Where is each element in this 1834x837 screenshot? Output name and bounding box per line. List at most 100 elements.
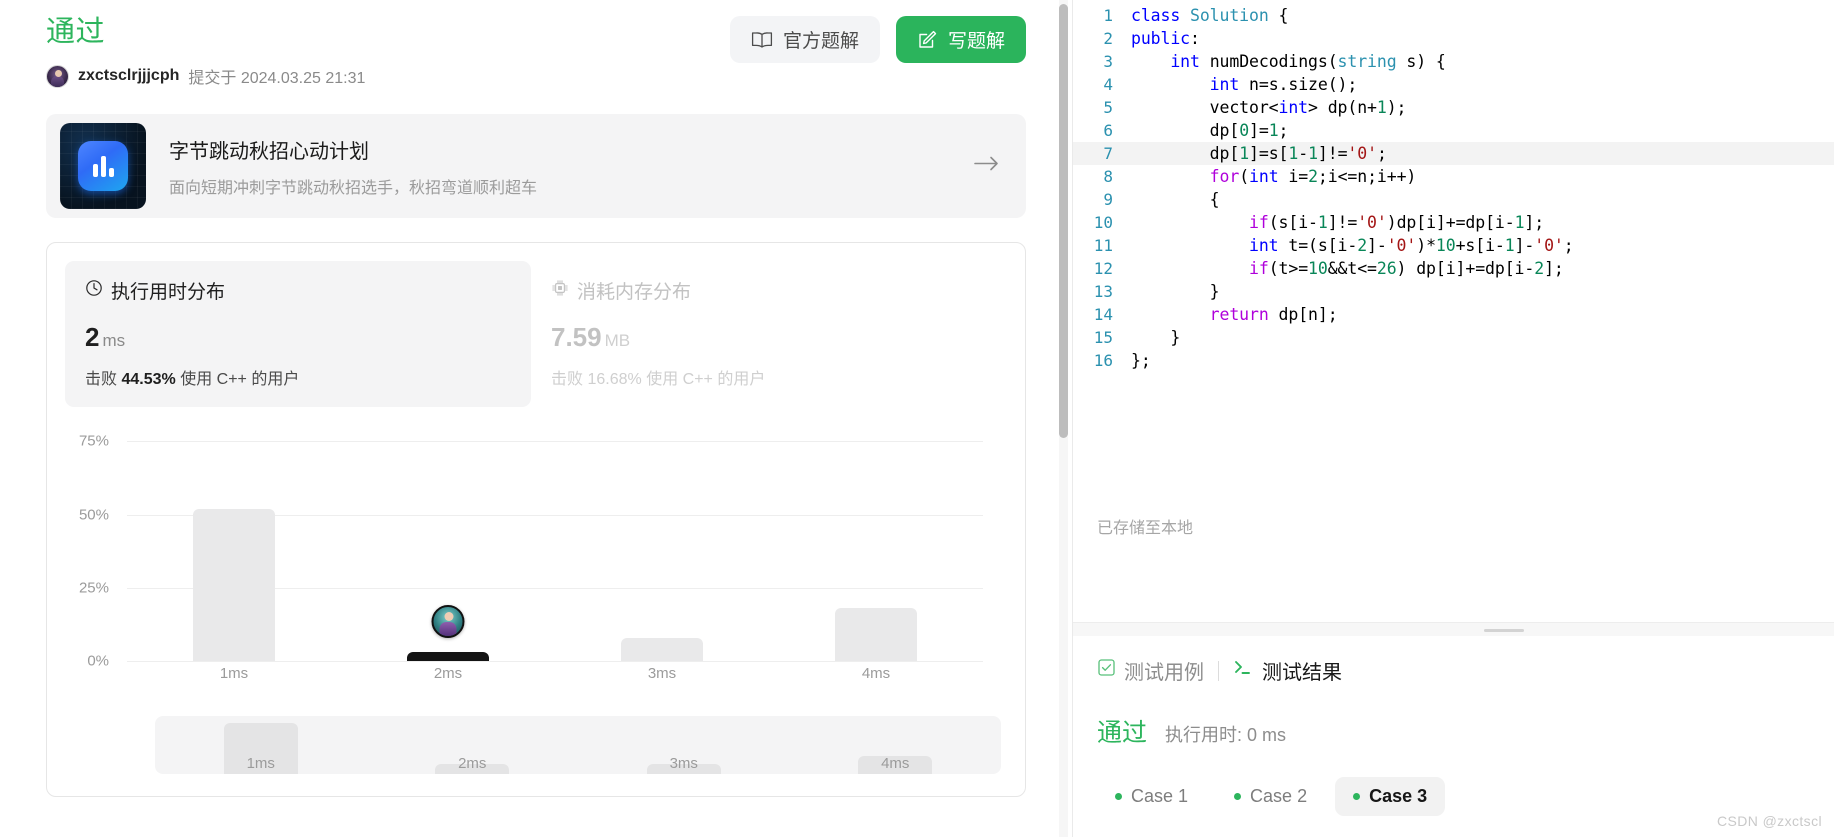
line-number: 10 xyxy=(1093,213,1113,232)
code-line-text[interactable]: }; xyxy=(1131,349,1834,372)
stat-runtime-label: 执行用时分布 xyxy=(111,282,226,303)
chart-bar[interactable] xyxy=(407,652,489,661)
promo-text: 字节跳动秋招心动计划 面向短期冲刺字节跳动秋招选手，秋招弯道顺利超车 xyxy=(169,135,537,198)
chart-x-tick: 1ms xyxy=(219,665,249,682)
tab-testresults-label: 测试结果 xyxy=(1262,662,1342,684)
code-line[interactable]: 14 return dp[n]; xyxy=(1073,303,1834,326)
chart-gridline xyxy=(127,661,983,662)
chart-x-tick: 3ms xyxy=(647,665,677,682)
avatar[interactable] xyxy=(46,64,69,88)
case-chip[interactable]: Case 3 xyxy=(1335,777,1446,816)
promo-banner[interactable]: 字节跳动秋招心动计划 面向短期冲刺字节跳动秋招选手，秋招弯道顺利超车 xyxy=(46,114,1026,218)
promo-subtitle: 面向短期冲刺字节跳动秋招选手，秋招弯道顺利超车 xyxy=(169,179,538,197)
line-number: 2 xyxy=(1103,29,1113,48)
code-line-text[interactable]: for(int i=2;i<=n;i++) xyxy=(1131,165,1834,188)
result-runtime: 执行用时: 0 ms xyxy=(1165,725,1287,745)
promo-thumbnail xyxy=(60,123,146,209)
watermark: CSDN @zxctscl xyxy=(1717,813,1822,829)
code-line[interactable]: 12 if(t>=10&&t<=26) dp[i]+=dp[i-2]; xyxy=(1073,257,1834,280)
code-line[interactable]: 10 if(s[i-1]!='0')dp[i]+=dp[i-1]; xyxy=(1073,211,1834,234)
chart-x-tick: 4ms xyxy=(861,665,891,682)
submitter-row: zxctsclrjjjcph 提交于 2024.03.25 21:31 xyxy=(46,64,1026,88)
code-line-text[interactable]: } xyxy=(1131,326,1834,349)
results-tabs: 测试用例 测试结果 xyxy=(1097,656,1810,685)
code-line-text[interactable]: int t=(s[i-2]-'0')*10+s[i-1]-'0'; xyxy=(1131,234,1834,257)
chart-bar-slot[interactable] xyxy=(769,421,983,661)
chart-bar-slot[interactable] xyxy=(341,421,555,661)
line-number: 5 xyxy=(1103,98,1113,117)
line-number: 15 xyxy=(1093,328,1113,347)
case-status-dot xyxy=(1115,793,1122,800)
tab-testresults[interactable]: 测试结果 xyxy=(1233,656,1342,685)
code-line[interactable]: 13 } xyxy=(1073,280,1834,303)
code-lines-body: 1 class Solution {2 public: 3 int numDecodi… xyxy=(1073,4,1834,372)
chart-y-tick: 0% xyxy=(87,652,109,670)
left-scrollbar-thumb[interactable] xyxy=(1059,4,1068,438)
write-solution-button[interactable]: 写题解 xyxy=(895,16,1026,63)
code-line[interactable]: 11 int t=(s[i-2]-'0')*10+s[i-1]-'0'; xyxy=(1073,234,1834,257)
chart-x-axis: 1ms 2ms 3ms 4ms xyxy=(127,665,983,682)
case-chip[interactable]: Case 2 xyxy=(1216,777,1325,816)
line-number: 1 xyxy=(1103,6,1113,25)
arrow-right-icon[interactable] xyxy=(974,156,1000,177)
code-line-text[interactable]: { xyxy=(1131,188,1834,211)
chart-user-marker-avatar[interactable] xyxy=(431,605,465,639)
code-line[interactable]: 15 } xyxy=(1073,326,1834,349)
code-line-text[interactable]: if(t>=10&&t<=26) dp[i]+=dp[i-2]; xyxy=(1131,257,1834,280)
code-editor[interactable]: 1 class Solution {2 public: 3 int numDecodi… xyxy=(1073,0,1834,622)
stat-tab-runtime[interactable]: 执行用时分布 2 ms 击败 44.53% 使用 C++ 的用户 xyxy=(65,261,531,407)
chart-x-tick: 2ms xyxy=(433,665,463,682)
panel-splitter[interactable] xyxy=(1073,622,1834,636)
tab-testcases[interactable]: 测试用例 xyxy=(1097,656,1204,685)
chart-bar[interactable] xyxy=(621,637,703,661)
code-right-panel: 1 class Solution {2 public: 3 int numDecodi… xyxy=(1072,0,1834,837)
stat-tab-runtime-title: 执行用时分布 xyxy=(85,277,511,304)
line-number: 3 xyxy=(1103,52,1113,71)
code-line-text[interactable]: class Solution { xyxy=(1131,4,1834,27)
scrubber-slot[interactable]: 3ms xyxy=(578,755,790,774)
official-solution-button[interactable]: 官方题解 xyxy=(729,16,880,63)
scrubber-slot[interactable]: 2ms xyxy=(367,755,579,774)
code-line[interactable]: 16}; xyxy=(1073,349,1834,372)
case-status-dot xyxy=(1234,793,1242,800)
stats-card: 执行用时分布 2 ms 击败 44.53% 使用 C++ 的用户 消耗内存分布 … xyxy=(46,242,1026,797)
code-line[interactable]: 8 for(int i=2;i<=n;i++) xyxy=(1073,165,1834,188)
line-number: 11 xyxy=(1093,236,1113,255)
code-line-text[interactable]: dp[1]=s[1-1]!='0'; xyxy=(1131,142,1834,165)
scrubber-slot[interactable]: 1ms xyxy=(155,722,367,774)
code-line-text[interactable]: return dp[n]; xyxy=(1131,303,1834,326)
chart-bar[interactable] xyxy=(835,608,917,661)
code-line[interactable]: 9 { xyxy=(1073,188,1834,211)
stat-tab-memory[interactable]: 消耗内存分布 7.59 MB 击败 16.68% 使用 C++ 的用户 xyxy=(531,261,997,407)
stats-tabs: 执行用时分布 2 ms 击败 44.53% 使用 C++ 的用户 消耗内存分布 … xyxy=(47,243,1025,407)
code-line[interactable]: 5 vector<int> dp(n+1); xyxy=(1073,96,1834,119)
code-line-text[interactable]: int numDecodings(string s) { xyxy=(1131,50,1834,73)
submitted-time: 提交于 2024.03.25 21:31 xyxy=(188,70,366,87)
chart-bar[interactable] xyxy=(193,508,275,661)
code-line-text[interactable]: } xyxy=(1131,280,1834,303)
code-line-text[interactable]: if(s[i-1]!='0')dp[i]+=dp[i-1]; xyxy=(1131,211,1834,234)
code-line[interactable]: 6 dp[0]=1; xyxy=(1073,119,1834,142)
chart-bar-slot[interactable] xyxy=(127,421,341,661)
code-line[interactable]: 1 class Solution { xyxy=(1073,4,1834,27)
clock-icon xyxy=(85,279,103,303)
terminal-icon xyxy=(1233,658,1254,683)
code-line[interactable]: 2 public: xyxy=(1073,27,1834,50)
chart-plot-area xyxy=(127,421,983,662)
submitter-username[interactable]: zxctsclrjjjcph xyxy=(78,67,179,85)
chart-range-scrubber[interactable]: 1ms 2ms 3ms 4ms xyxy=(155,716,1001,774)
code-line-text[interactable]: public: xyxy=(1131,27,1834,50)
chart-bar-slot[interactable] xyxy=(555,421,769,661)
line-number: 13 xyxy=(1093,282,1113,301)
case-chip[interactable]: Case 1 xyxy=(1097,777,1206,816)
code-line-text[interactable]: vector<int> dp(n+1); xyxy=(1131,96,1834,119)
code-line-text[interactable]: int n=s.size(); xyxy=(1131,73,1834,96)
line-number: 9 xyxy=(1103,190,1113,209)
code-line[interactable]: 3 int numDecodings(string s) { xyxy=(1073,50,1834,73)
scrubber-slot[interactable]: 4ms xyxy=(790,755,1002,774)
check-square-icon xyxy=(1097,658,1116,683)
code-line[interactable]: 7 dp[1]=s[1-1]!='0'; xyxy=(1073,142,1834,165)
code-line[interactable]: 4 int n=s.size(); xyxy=(1073,73,1834,96)
chart-y-axis: 75% 50% 25% 0% xyxy=(65,421,117,670)
code-line-text[interactable]: dp[0]=1; xyxy=(1131,119,1834,142)
